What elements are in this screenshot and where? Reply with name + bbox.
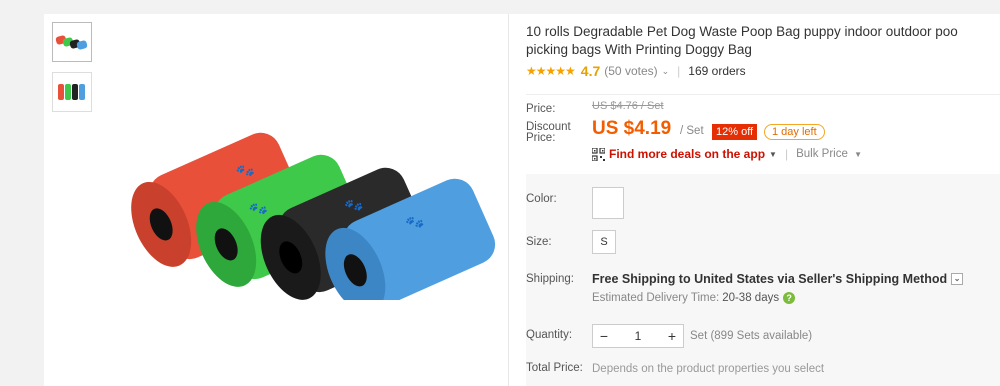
color-swatch[interactable] xyxy=(592,187,624,219)
deals-link-label: Find more deals on the app xyxy=(609,147,766,161)
quantity-input[interactable]: 1 xyxy=(615,329,661,343)
thumbnail-2[interactable] xyxy=(52,72,92,112)
discount-price-label: Discount Price: xyxy=(526,121,571,144)
chevron-down-icon[interactable]: ⌄ xyxy=(662,66,670,77)
shipping-method[interactable]: Free Shipping to United States via Selle… xyxy=(592,272,964,286)
divider xyxy=(526,94,1000,95)
delivery-value: 20-38 days xyxy=(722,292,780,304)
help-icon[interactable]: ? xyxy=(783,292,796,304)
shipping-text: Free Shipping to United States via Selle… xyxy=(592,272,948,286)
quantity-label: Quantity: xyxy=(526,329,573,341)
divider: | xyxy=(677,64,681,78)
decrease-quantity-button[interactable]: − xyxy=(593,328,615,344)
app-deals-link[interactable]: Find more deals on the app ▼ xyxy=(592,147,777,161)
bulk-price-dropdown[interactable]: Bulk Price ▼ xyxy=(796,148,862,160)
thumbnail-1[interactable] xyxy=(52,22,92,62)
product-page: 🐾 🐾 🐾 🐾 10 rolls Degradable Pet Dog Wast… xyxy=(44,14,1000,386)
rating-value: 4.7 xyxy=(580,63,601,79)
quantity-stepper: − 1 + xyxy=(592,324,684,348)
chevron-down-icon[interactable]: ⌄ xyxy=(951,273,964,285)
main-product-image[interactable]: 🐾 🐾 🐾 🐾 xyxy=(116,100,496,300)
discount-badge: 12% off xyxy=(712,124,758,140)
rating-row: ★★★★★ 4.7 (50 votes) ⌄ | 169 orders xyxy=(526,63,746,79)
original-price: US $4.76 / Set xyxy=(592,100,664,112)
size-label: Size: xyxy=(526,236,552,248)
size-option-s[interactable]: S xyxy=(592,230,616,254)
total-price-note: Depends on the product properties you se… xyxy=(592,363,825,375)
product-info: 10 rolls Degradable Pet Dog Waste Poop B… xyxy=(526,14,1000,386)
divider: | xyxy=(784,147,789,161)
thumbnail-rolls-image xyxy=(58,84,85,100)
bulk-price-label: Bulk Price xyxy=(796,148,848,160)
star-rating-icon: ★★★★★ xyxy=(526,64,576,78)
discount-price: US $4.19 xyxy=(592,118,672,139)
color-label: Color: xyxy=(526,193,557,205)
price-label: Price: xyxy=(526,103,556,115)
price-unit: / Set xyxy=(680,125,704,137)
caret-down-icon: ▼ xyxy=(769,149,777,159)
product-gallery: 🐾 🐾 🐾 🐾 xyxy=(44,14,509,386)
orders-count: 169 orders xyxy=(688,64,746,78)
availability-text: Set (899 Sets available) xyxy=(690,330,813,342)
increase-quantity-button[interactable]: + xyxy=(661,328,683,344)
total-price-label: Total Price: xyxy=(526,362,583,374)
caret-down-icon: ▼ xyxy=(854,150,862,159)
deals-row: Find more deals on the app ▼ | Bulk Pric… xyxy=(592,147,862,161)
product-options: Color: Size: S Shipping: Free Shipping t… xyxy=(526,174,1000,386)
product-title: 10 rolls Degradable Pet Dog Waste Poop B… xyxy=(526,24,958,57)
delivery-label: Estimated Delivery Time: xyxy=(592,292,720,304)
thumbnail-rolls-image xyxy=(55,35,88,50)
time-left-badge: 1 day left xyxy=(764,124,825,140)
votes-link[interactable]: (50 votes) xyxy=(604,64,657,78)
shipping-label: Shipping: xyxy=(526,273,574,285)
delivery-time: Estimated Delivery Time: 20-38 days ? xyxy=(592,292,796,304)
qr-code-icon xyxy=(592,147,605,161)
